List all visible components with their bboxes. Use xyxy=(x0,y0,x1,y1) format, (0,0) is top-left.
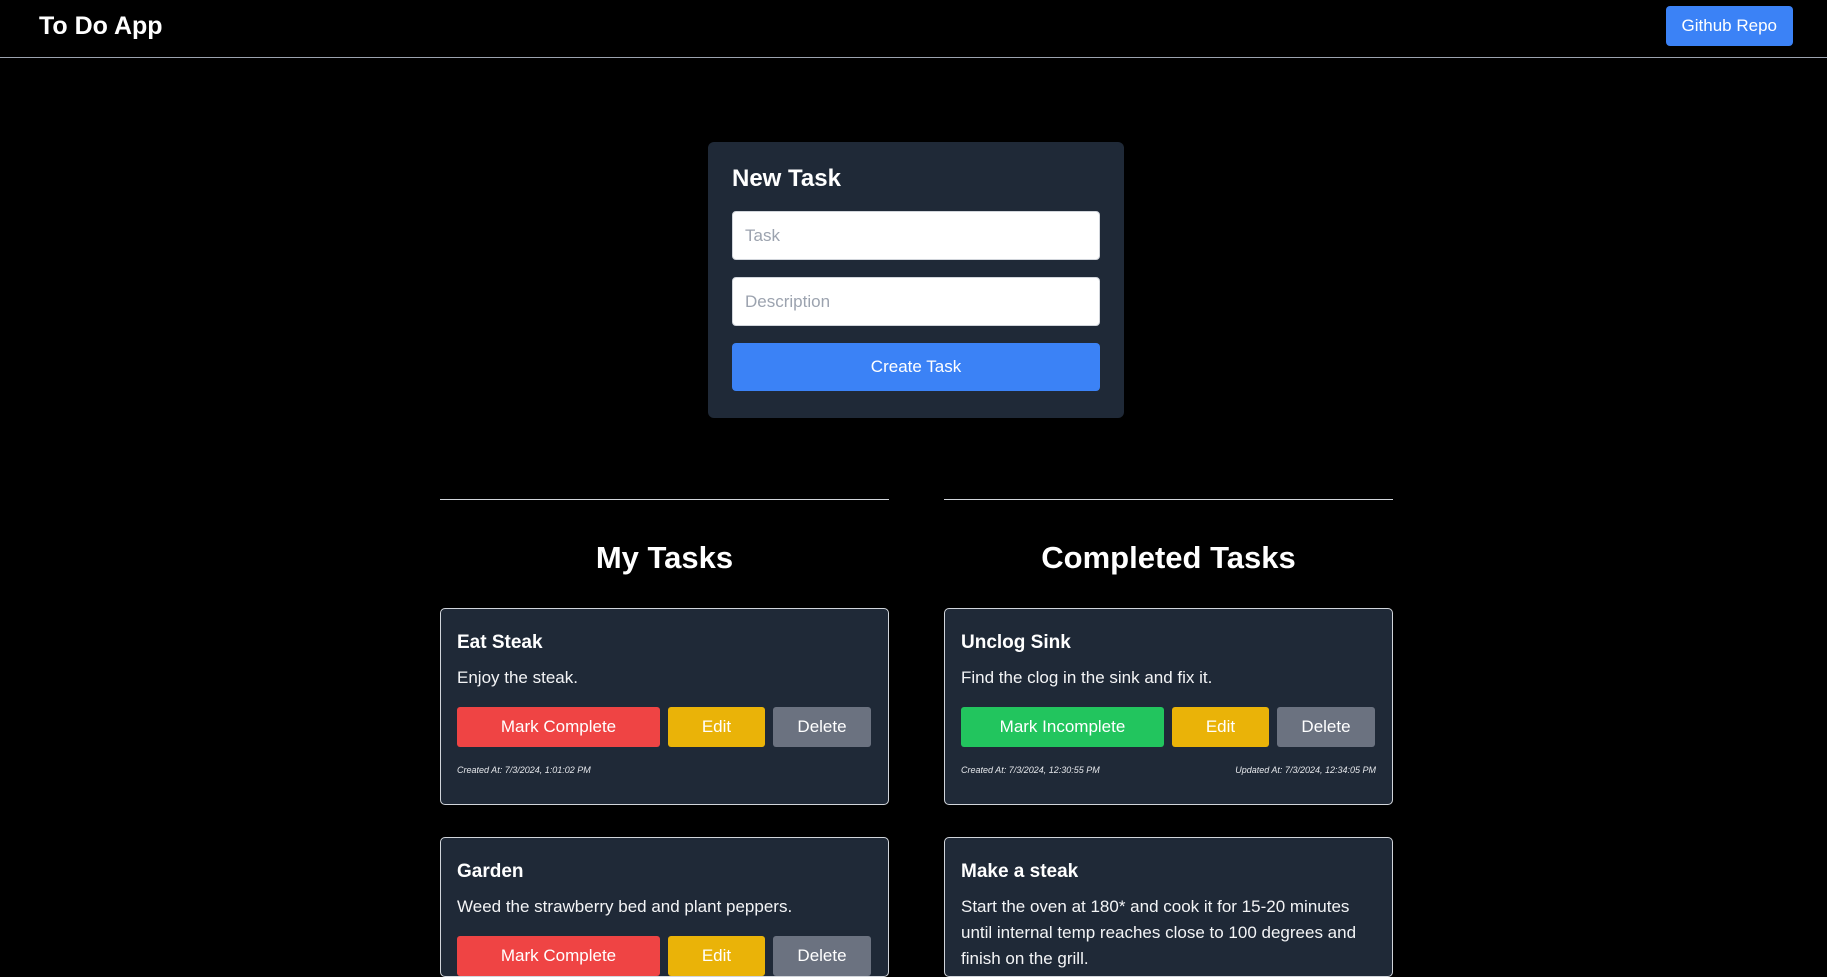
github-repo-button[interactable]: Github Repo xyxy=(1665,6,1793,46)
task-actions: Mark Complete Edit Delete xyxy=(457,936,872,976)
description-input[interactable] xyxy=(732,277,1100,326)
task-description: Enjoy the steak. xyxy=(457,668,578,687)
task-meta: Created At: 7/3/2024, 1:01:02 PM xyxy=(457,764,872,776)
task-title: Garden xyxy=(457,861,524,882)
created-at: Created At: 7/3/2024, 1:01:02 PM xyxy=(457,765,591,775)
task-card: Eat Steak Enjoy the steak. Mark Complete… xyxy=(440,608,889,805)
my-tasks-heading: My Tasks xyxy=(595,540,734,575)
app-header: To Do App Github Repo xyxy=(0,0,1827,58)
task-actions: Mark Incomplete Edit Delete xyxy=(961,707,1376,747)
new-task-form: New Task Create Task xyxy=(708,142,1124,418)
mark-complete-button[interactable]: Mark Complete xyxy=(457,936,660,976)
task-description: Weed the strawberry bed and plant pepper… xyxy=(457,897,793,916)
task-description: Find the clog in the sink and fix it. xyxy=(961,668,1213,687)
edit-button[interactable]: Edit xyxy=(668,936,765,976)
task-title: Eat Steak xyxy=(457,632,543,653)
edit-button[interactable]: Edit xyxy=(668,707,765,747)
task-title: Make a steak xyxy=(961,861,1079,882)
new-task-title: New Task xyxy=(732,165,841,192)
completed-tasks-divider xyxy=(944,499,1393,500)
app-title: To Do App xyxy=(39,12,163,40)
created-at: Created At: 7/3/2024, 12:30:55 PM xyxy=(961,765,1100,775)
task-meta: Created At: 7/3/2024, 12:30:55 PM Update… xyxy=(961,764,1376,776)
edit-button[interactable]: Edit xyxy=(1172,707,1269,747)
task-card: Garden Weed the strawberry bed and plant… xyxy=(440,837,889,977)
mark-incomplete-button[interactable]: Mark Incomplete xyxy=(961,707,1164,747)
my-tasks-divider xyxy=(440,499,889,500)
delete-button[interactable]: Delete xyxy=(773,936,871,976)
task-description: Start the oven at 180* and cook it for 1… xyxy=(961,897,1357,968)
task-actions: Mark Complete Edit Delete xyxy=(457,707,872,747)
create-task-button[interactable]: Create Task xyxy=(732,343,1100,391)
mark-complete-button[interactable]: Mark Complete xyxy=(457,707,660,747)
updated-at: Updated At: 7/3/2024, 12:34:05 PM xyxy=(1235,765,1376,775)
task-card: Make a steak Start the oven at 180* and … xyxy=(944,837,1393,977)
task-input[interactable] xyxy=(732,211,1100,260)
task-title: Unclog Sink xyxy=(961,632,1071,653)
completed-tasks-heading: Completed Tasks xyxy=(1041,540,1296,575)
delete-button[interactable]: Delete xyxy=(1277,707,1375,747)
delete-button[interactable]: Delete xyxy=(773,707,871,747)
task-card: Unclog Sink Find the clog in the sink an… xyxy=(944,608,1393,805)
